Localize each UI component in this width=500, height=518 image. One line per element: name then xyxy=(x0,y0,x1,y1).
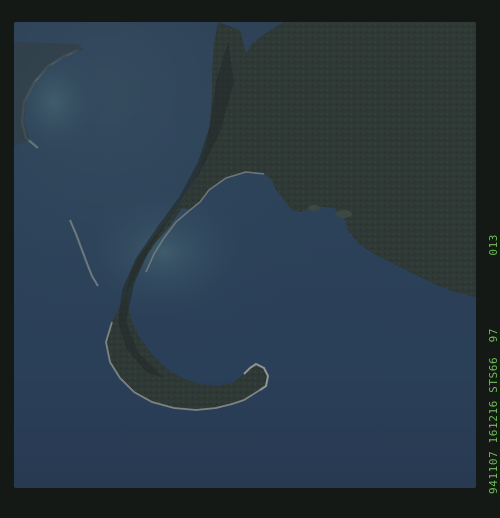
film-frame: 941107 161216 STS66 97 013 xyxy=(0,0,500,518)
film-annotation: 941107 161216 STS66 97 013 xyxy=(487,233,500,494)
shallow-water xyxy=(74,182,254,322)
island-small xyxy=(308,205,320,211)
satellite-photo xyxy=(14,22,476,488)
coastline-image xyxy=(14,22,476,488)
island xyxy=(336,210,352,218)
